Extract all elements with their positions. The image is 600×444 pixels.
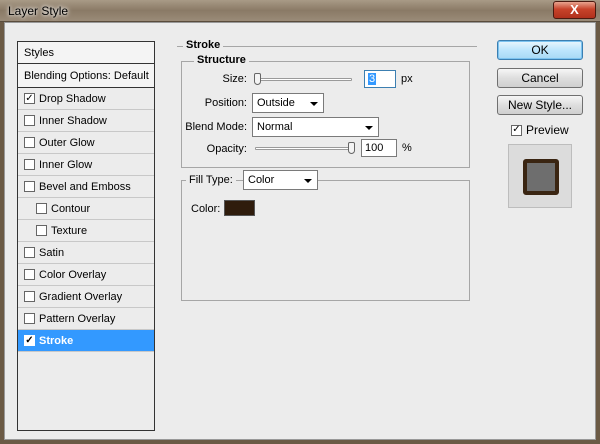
chevron-down-icon: [365, 126, 373, 130]
opacity-label: Opacity:: [206, 143, 247, 155]
style-item-label: Bevel and Emboss: [39, 180, 131, 193]
style-item-label: Color Overlay: [39, 268, 107, 281]
style-item-label: Contour: [51, 202, 91, 215]
style-item-label: Stroke: [39, 334, 74, 347]
opacity-input[interactable]: 100: [361, 139, 397, 157]
opacity-unit: %: [402, 142, 412, 154]
new-style-button-label: New Style...: [507, 98, 573, 112]
stroke-color-swatch[interactable]: [224, 200, 255, 216]
close-icon: X: [570, 2, 579, 17]
style-item-label: Inner Glow: [39, 158, 93, 171]
style-item-label: Drop Shadow: [39, 92, 106, 105]
blending-options-item[interactable]: Blending Options: Default: [18, 64, 154, 88]
close-button[interactable]: X: [553, 1, 596, 19]
opacity-slider-thumb[interactable]: [348, 142, 355, 154]
checked-checkbox-icon[interactable]: ✓: [24, 93, 35, 104]
ok-button[interactable]: OK: [497, 40, 583, 60]
new-style-button[interactable]: New Style...: [497, 95, 583, 115]
style-item-label: Inner Shadow: [39, 114, 107, 127]
blend-mode-select[interactable]: Normal: [252, 117, 379, 137]
cancel-button[interactable]: Cancel: [497, 68, 583, 88]
style-item-drop-shadow[interactable]: ✓ Drop Shadow: [18, 88, 154, 110]
preview-swatch: [523, 159, 559, 195]
color-label: Color:: [191, 203, 221, 215]
style-item-pattern-overlay[interactable]: Pattern Overlay: [18, 308, 154, 330]
chevron-down-icon: [310, 102, 318, 106]
checkbox-icon[interactable]: [24, 159, 35, 170]
size-value: 3: [368, 73, 377, 85]
checked-checkbox-icon[interactable]: ✓: [24, 335, 35, 346]
blend-mode-value: Normal: [257, 121, 293, 133]
opacity-value: 100: [365, 142, 384, 154]
style-item-label: Pattern Overlay: [39, 312, 116, 325]
preview-checkbox[interactable]: ✓ Preview: [511, 123, 569, 137]
checkbox-icon[interactable]: [24, 291, 35, 302]
size-slider-track[interactable]: [255, 78, 352, 81]
checkbox-icon[interactable]: [24, 269, 35, 280]
style-item-label: Texture: [51, 224, 88, 237]
checkbox-icon[interactable]: [36, 203, 47, 214]
ok-button-label: OK: [531, 43, 549, 57]
title-bar[interactable]: Layer Style X: [0, 0, 600, 22]
size-unit: px: [401, 73, 413, 85]
style-item-stroke[interactable]: ✓ Stroke: [18, 330, 154, 352]
checkbox-icon[interactable]: [24, 115, 35, 126]
style-item-texture[interactable]: Texture: [18, 220, 154, 242]
fill-group: [181, 180, 470, 301]
fill-type-value: Color: [248, 174, 275, 186]
style-item-color-overlay[interactable]: Color Overlay: [18, 264, 154, 286]
style-item-label: Outer Glow: [39, 136, 95, 149]
styles-header[interactable]: Styles: [18, 42, 154, 64]
style-item-inner-glow[interactable]: Inner Glow: [18, 154, 154, 176]
style-item-label: Satin: [39, 246, 65, 259]
fill-type-select[interactable]: Color: [243, 170, 318, 190]
style-item-label: Gradient Overlay: [39, 290, 123, 303]
preview-check-icon: ✓: [511, 124, 522, 136]
style-item-outer-glow[interactable]: Outer Glow: [18, 132, 154, 154]
chevron-down-icon: [304, 179, 312, 183]
position-value: Outside: [257, 97, 295, 109]
style-item-inner-shadow[interactable]: Inner Shadow: [18, 110, 154, 132]
styles-list: Styles Blending Options: Default ✓ Drop S…: [17, 41, 155, 431]
checkbox-icon[interactable]: [24, 137, 35, 148]
style-item-satin[interactable]: Satin: [18, 242, 154, 264]
fill-type-label: Fill Type:: [186, 174, 236, 186]
style-item-gradient-overlay[interactable]: Gradient Overlay: [18, 286, 154, 308]
size-input[interactable]: 3: [364, 70, 396, 88]
position-select[interactable]: Outside: [252, 93, 324, 113]
layer-style-dialog: Styles Blending Options: Default ✓ Drop S…: [4, 22, 596, 440]
cancel-button-label: Cancel: [521, 71, 559, 85]
size-slider-thumb[interactable]: [254, 73, 261, 85]
blending-options-label: Blending Options: Default: [24, 69, 149, 82]
checkbox-icon[interactable]: [24, 181, 35, 192]
position-label: Position:: [204, 97, 247, 109]
preview-thumbnail: [508, 144, 572, 208]
checkbox-icon[interactable]: [24, 247, 35, 258]
structure-heading: Structure: [194, 54, 249, 66]
style-item-bevel-and-emboss[interactable]: Bevel and Emboss: [18, 176, 154, 198]
size-label: Size:: [222, 73, 247, 85]
checkbox-icon[interactable]: [24, 313, 35, 324]
checkbox-icon[interactable]: [36, 225, 47, 236]
preview-label: Preview: [526, 123, 569, 137]
style-item-contour[interactable]: Contour: [18, 198, 154, 220]
opacity-slider-track[interactable]: [255, 147, 352, 150]
stroke-heading: Stroke: [183, 39, 224, 51]
blend-mode-label: Blend Mode:: [185, 121, 247, 133]
window-title: Layer Style: [8, 4, 69, 18]
